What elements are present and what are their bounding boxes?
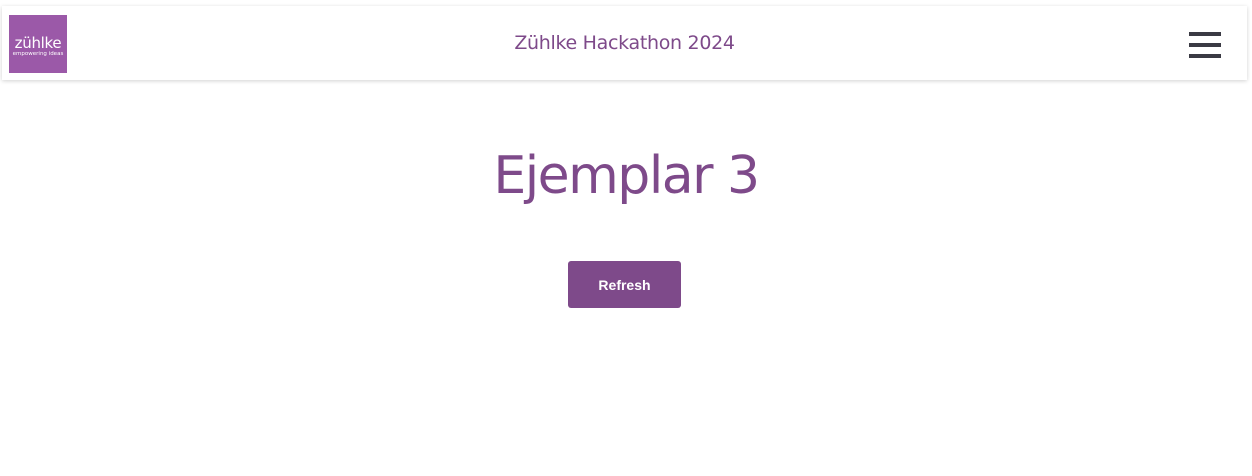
- refresh-button[interactable]: Refresh: [568, 261, 681, 308]
- app-title: Zühlke Hackathon 2024: [514, 32, 735, 54]
- top-header: zühlke empowering ideas Zühlke Hackathon…: [2, 6, 1247, 80]
- menu-bar-bottom: [1189, 54, 1221, 58]
- menu-bar-middle: [1189, 43, 1221, 47]
- page-heading: Ejemplar 3: [493, 146, 760, 206]
- menu-bar-top: [1189, 32, 1221, 36]
- hamburger-menu-icon[interactable]: [1186, 30, 1221, 60]
